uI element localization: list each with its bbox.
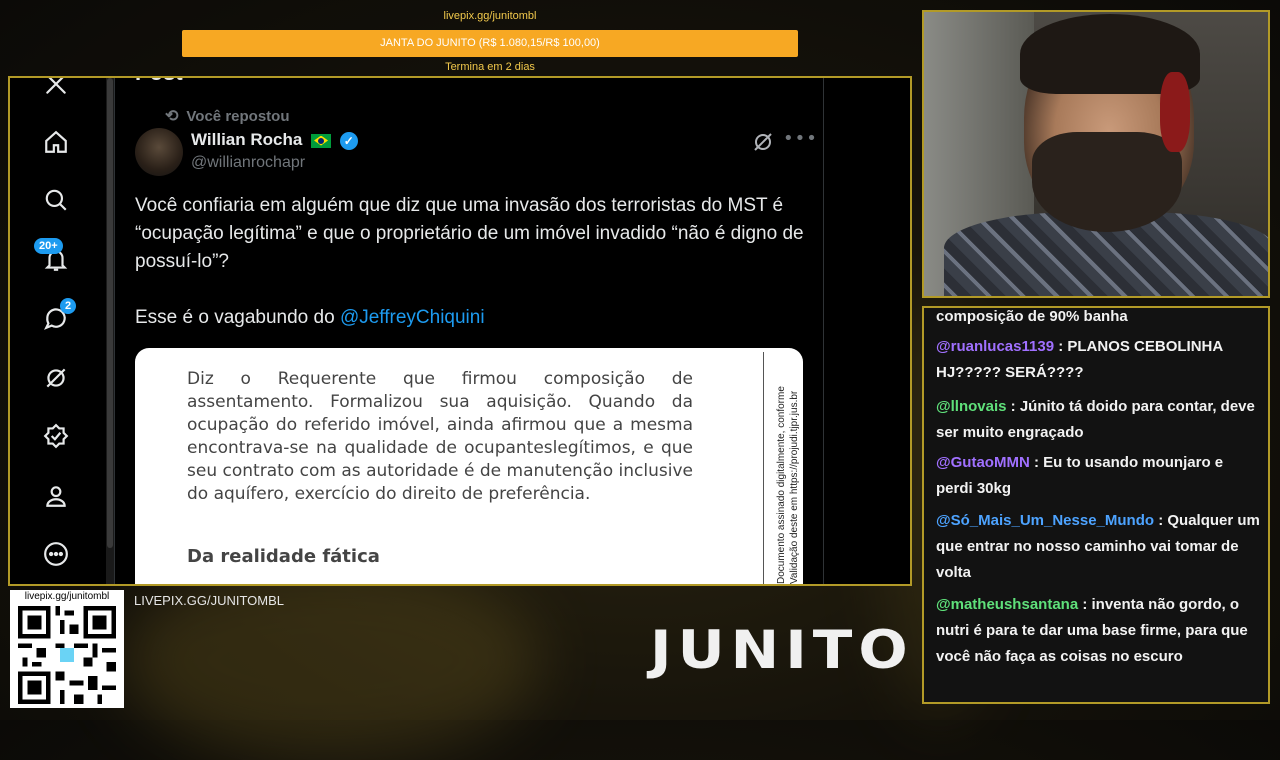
document-side-line: Documento assinado digitalmente, conform… xyxy=(776,386,787,584)
document-side-text: Documento assinado digitalmente, conform… xyxy=(775,386,801,584)
chat-username[interactable]: @matheushsantana xyxy=(936,596,1078,613)
livepix-url: LIVEPIX.GG/JUNITOMBL xyxy=(134,593,285,608)
tweet-paragraph: Você confiaria em alguém que diz que uma… xyxy=(135,195,804,272)
repost-label: Você repostou xyxy=(186,107,290,125)
headphone xyxy=(1160,72,1190,152)
chat-message: @Só_Mais_Um_Nesse_Mundo : Qualquer um qu… xyxy=(936,508,1262,586)
right-gutter xyxy=(824,78,910,584)
tweet-image[interactable]: Diz o Requerente que firmou composição d… xyxy=(135,348,803,584)
verified-badge-icon: ✓ xyxy=(339,131,358,150)
chat-username[interactable]: @ruanlucas1139 xyxy=(936,338,1054,355)
x-logo-icon[interactable] xyxy=(38,78,74,102)
chat-username[interactable]: @Só_Mais_Um_Nesse_Mundo xyxy=(936,512,1154,529)
background-texture xyxy=(120,560,540,760)
chat-username[interactable]: @GutaoMMN xyxy=(936,454,1030,471)
webcam-feed xyxy=(922,10,1270,298)
tweet-paragraph: Esse é o vagabundo do @JeffreyChiquini xyxy=(135,304,805,332)
grok-icon[interactable] xyxy=(751,130,775,154)
browser-window: 20+ 2 Post ⟲ Você repostou Willian Rocha… xyxy=(8,76,912,586)
repost-indicator: ⟲ Você repostou xyxy=(165,106,289,126)
donation-url: livepix.gg/junitombl xyxy=(443,10,537,22)
tweet-text: Você confiaria em alguém que diz que uma… xyxy=(135,192,805,332)
messages-badge: 2 xyxy=(60,298,77,314)
qr-code xyxy=(18,606,116,704)
profile-icon[interactable] xyxy=(38,478,74,514)
author-name[interactable]: Willian Rocha xyxy=(191,130,302,149)
document-heading: Da realidade fática xyxy=(187,546,380,567)
chat-message: @llnovais : Júnito tá doido para contar,… xyxy=(936,394,1262,446)
donation-goal-bar: JANTA DO JUNITO (R$ 1.080,15/R$ 100,00) xyxy=(182,30,798,57)
chat-message: composição de 90% banha xyxy=(936,308,1262,330)
x-sidebar: 20+ 2 xyxy=(10,78,106,584)
author-name-row[interactable]: Willian Rocha ✓ xyxy=(191,130,358,150)
donation-ends-text: Termina em 2 dias xyxy=(445,61,535,73)
chat-username[interactable]: @llnovais xyxy=(936,398,1006,415)
verified-icon[interactable] xyxy=(38,418,74,454)
donation-goal-text: JANTA DO JUNITO (R$ 1.080,15/R$ 100,00) xyxy=(380,37,600,49)
document-body: Diz o Requerente que firmou composição d… xyxy=(187,369,693,504)
scrollbar-thumb[interactable] xyxy=(107,78,113,548)
chat-message: @GutaoMMN : Eu to usando mounjaro e perd… xyxy=(936,450,1262,502)
search-icon[interactable] xyxy=(38,182,74,218)
chat-message-text: composição de 90% banha xyxy=(936,308,1128,325)
notifications-badge: 20+ xyxy=(34,238,63,254)
mention-link[interactable]: @JeffreyChiquini xyxy=(340,307,485,328)
chat-panel: composição de 90% banha @ruanlucas1139 :… xyxy=(922,306,1270,704)
author-handle[interactable]: @willianrochapr xyxy=(191,154,305,172)
home-icon[interactable] xyxy=(38,124,74,160)
brazil-flag-icon xyxy=(311,133,332,148)
repost-icon: ⟲ xyxy=(165,108,179,125)
channel-logo: JUNITO xyxy=(650,619,914,681)
webcam-beard xyxy=(1032,132,1182,232)
tweet-text-prefix: Esse é o vagabundo do xyxy=(135,307,340,328)
grok-icon[interactable] xyxy=(38,360,74,396)
chat-message: @matheushsantana : inventa não gordo, o … xyxy=(936,592,1262,670)
avatar[interactable] xyxy=(135,128,183,176)
qr-code-box: livepix.gg/junitombl xyxy=(10,590,124,708)
tweet-column: Post ⟲ Você repostou Willian Rocha ✓ @wi… xyxy=(114,78,824,584)
document-side-line: Validação deste em https://projudi.tjpr.… xyxy=(789,390,800,584)
chat-message: @ruanlucas1139 : PLANOS CEBOLINHA HJ????… xyxy=(936,334,1262,386)
more-options-icon[interactable] xyxy=(38,536,74,572)
qr-label: livepix.gg/junitombl xyxy=(24,591,110,602)
more-options-icon[interactable]: ••• xyxy=(783,128,818,149)
page-title: Post xyxy=(135,78,183,86)
